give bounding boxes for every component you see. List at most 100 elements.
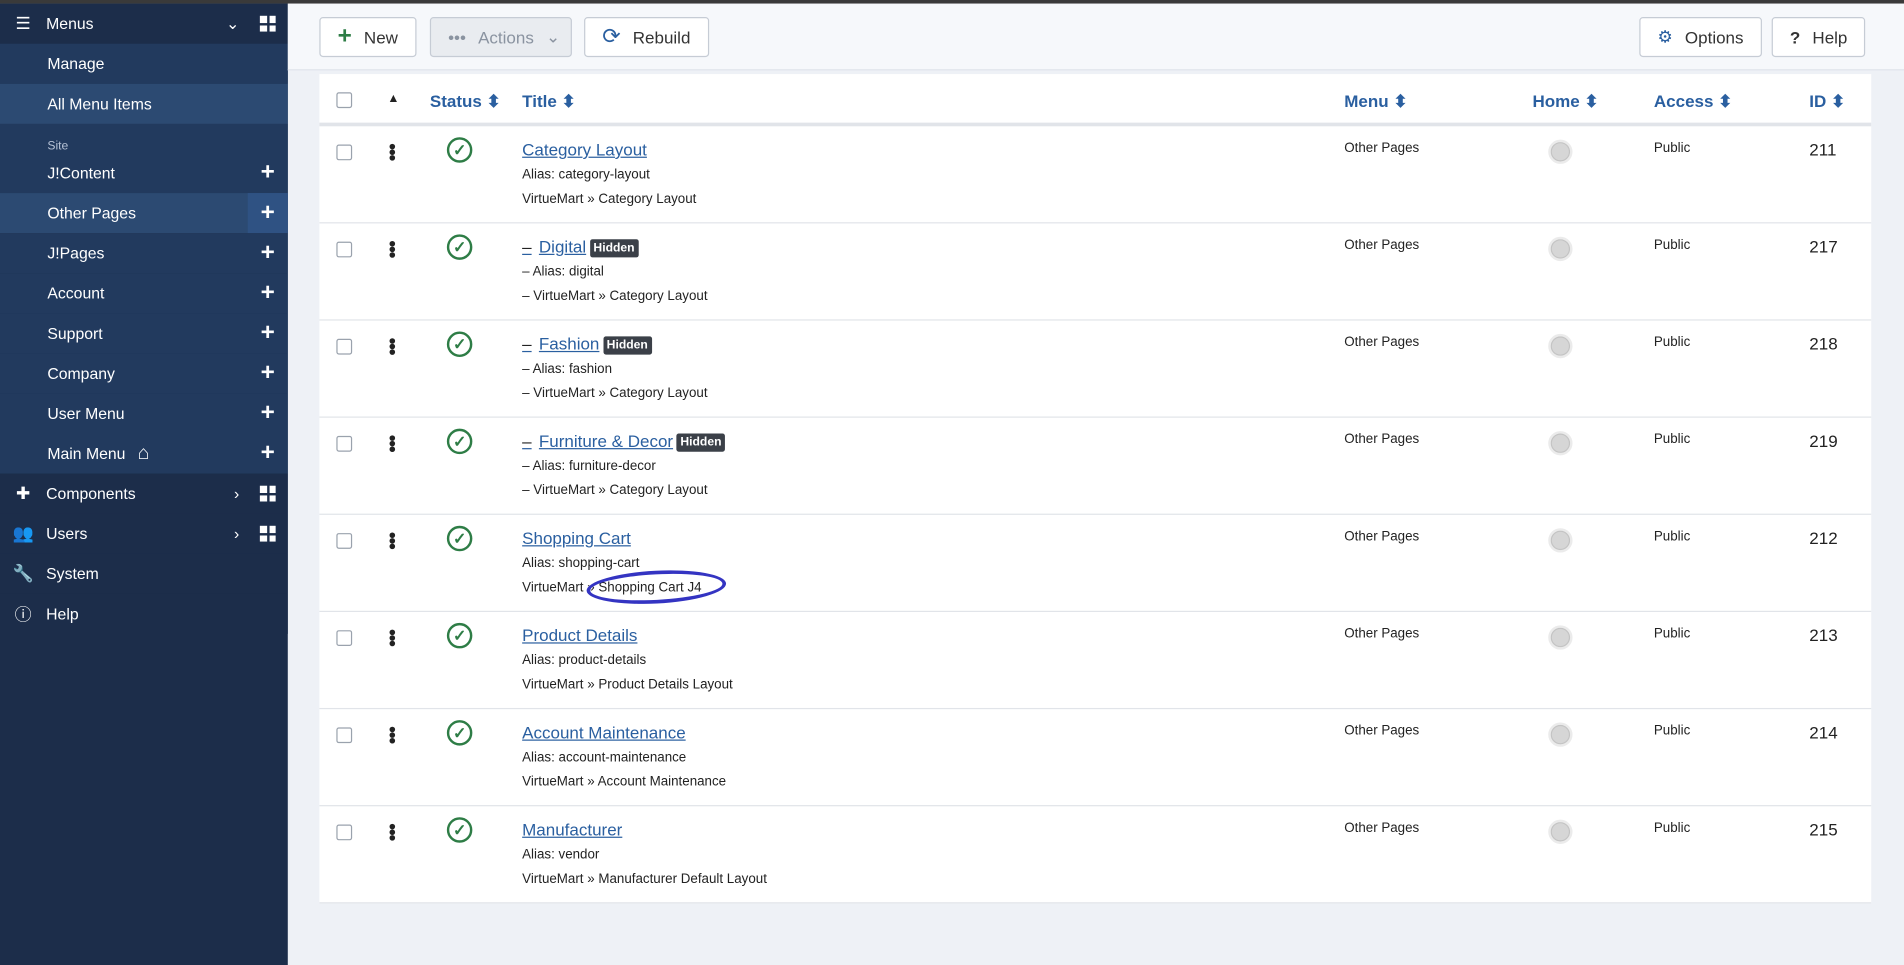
row-checkbox[interactable]	[336, 435, 353, 452]
item-access: Public	[1653, 335, 1691, 350]
home-toggle-icon[interactable]	[1548, 819, 1573, 844]
item-title-link[interactable]: Category Layout	[522, 140, 647, 159]
item-alias: Alias: account-maintenance	[522, 750, 687, 766]
sidebar-users[interactable]: 👥 Users ›	[0, 513, 288, 554]
published-check-icon[interactable]: ✓	[446, 137, 473, 163]
sidebar-help[interactable]: ⓘ Help	[0, 593, 288, 634]
item-access: Public	[1653, 723, 1691, 739]
sidebar-menu-6[interactable]: User Menu +	[0, 393, 288, 434]
drag-handle-icon[interactable]: •••	[381, 338, 402, 355]
actions-dropdown[interactable]: ••• Actions ⌄	[429, 17, 572, 58]
row-checkbox[interactable]	[336, 533, 353, 549]
sidebar-menu-7[interactable]: Main Menu ⌂ +	[0, 433, 288, 474]
add-menu-item-button[interactable]: +	[248, 233, 288, 273]
options-button[interactable]: ⚙ Options	[1639, 17, 1762, 58]
sort-access[interactable]: Access ⬍	[1654, 91, 1733, 112]
drag-handle-icon[interactable]: •••	[381, 532, 402, 549]
home-toggle-icon[interactable]	[1548, 236, 1573, 262]
new-button[interactable]: + New	[319, 17, 417, 58]
sidebar-menu-3[interactable]: Account +	[0, 273, 288, 314]
item-access: Public	[1653, 820, 1691, 836]
row-checkbox[interactable]	[336, 824, 353, 841]
item-title-link[interactable]: – Fashion Hidden	[522, 334, 652, 355]
add-menu-item-button[interactable]: +	[247, 193, 288, 234]
item-title-link[interactable]: Product Details	[522, 625, 637, 644]
refresh-icon: ⟳	[602, 24, 621, 49]
sort-id[interactable]: ID ⬍	[1809, 91, 1845, 112]
item-title-link[interactable]: Manufacturer	[522, 820, 622, 839]
add-menu-item-button[interactable]: +	[248, 434, 288, 474]
dashboard-icon[interactable]	[259, 525, 276, 542]
home-toggle-icon[interactable]	[1548, 139, 1573, 164]
sidebar-menu-0[interactable]: J!Content +	[0, 153, 288, 194]
row-checkbox[interactable]	[336, 241, 353, 258]
sidebar-item-all-menu-items[interactable]: All Menu Items	[0, 83, 288, 124]
sort-title[interactable]: Title ⬍	[522, 91, 576, 112]
row-checkbox[interactable]	[336, 144, 353, 161]
dashboard-icon[interactable]	[259, 15, 276, 32]
sort-menu[interactable]: Menu ⬍	[1344, 91, 1407, 112]
sidebar-menu-2[interactable]: J!Pages +	[0, 233, 288, 274]
add-menu-item-button[interactable]: +	[248, 273, 288, 313]
published-check-icon[interactable]: ✓	[446, 720, 473, 746]
item-alias: – Alias: digital	[522, 264, 604, 280]
item-title-link[interactable]: Shopping Cart	[522, 528, 631, 547]
sidebar-menu-5[interactable]: Company +	[0, 353, 288, 394]
sidebar-system[interactable]: 🔧 System	[0, 553, 288, 594]
dashboard-icon[interactable]	[259, 485, 276, 502]
row-checkbox[interactable]	[336, 630, 353, 647]
add-menu-item-button[interactable]: +	[248, 153, 288, 193]
home-toggle-icon[interactable]	[1548, 333, 1573, 359]
home-toggle-icon[interactable]	[1548, 722, 1573, 747]
home-toggle-icon[interactable]	[1548, 431, 1573, 456]
home-toggle-icon[interactable]	[1548, 528, 1573, 553]
sort-home[interactable]: Home ⬍	[1532, 91, 1598, 112]
add-menu-item-button[interactable]: +	[248, 353, 288, 393]
item-title-link[interactable]: – Furniture & Decor Hidden	[522, 431, 726, 452]
row-checkbox[interactable]	[336, 338, 353, 355]
ordering-sort-icon[interactable]: ▲	[387, 92, 399, 105]
published-check-icon[interactable]: ✓	[446, 525, 473, 552]
published-check-icon[interactable]: ✓	[446, 622, 473, 649]
item-access: Public	[1653, 626, 1691, 642]
rebuild-button[interactable]: ⟳ Rebuild	[584, 17, 709, 58]
drag-handle-icon[interactable]: •••	[381, 629, 402, 646]
published-check-icon[interactable]: ✓	[446, 331, 473, 358]
item-menu: Other Pages	[1344, 140, 1420, 156]
item-title-link[interactable]: – Digital Hidden	[522, 237, 639, 258]
sidebar-label: Users	[46, 524, 88, 543]
add-menu-item-button[interactable]: +	[248, 393, 288, 433]
gear-icon: ⚙	[1657, 26, 1673, 47]
item-title-link[interactable]: Account Maintenance	[522, 723, 685, 742]
item-type: VirtueMart » Account Maintenance	[522, 774, 727, 790]
row-checkbox[interactable]	[336, 727, 353, 744]
drag-handle-icon[interactable]: •••	[381, 823, 402, 840]
sidebar-label: Help	[46, 604, 79, 623]
drag-handle-icon[interactable]: •••	[381, 726, 402, 743]
sort-status[interactable]: Status ⬍	[430, 91, 501, 112]
drag-handle-icon[interactable]: •••	[381, 143, 402, 160]
item-type: VirtueMart » Product Details Layout	[522, 677, 733, 693]
sidebar-menus[interactable]: ☰ Menus ⌄	[0, 3, 288, 44]
button-label: Actions	[478, 27, 534, 47]
sidebar-label: Support	[47, 324, 103, 343]
published-check-icon[interactable]: ✓	[446, 817, 473, 843]
drag-handle-icon[interactable]: •••	[381, 435, 402, 452]
add-menu-item-button[interactable]: +	[248, 313, 288, 353]
chevron-right-icon: ›	[233, 484, 240, 503]
button-label: Options	[1684, 27, 1744, 47]
drag-handle-icon[interactable]: •••	[381, 240, 402, 257]
ellipsis-icon: •••	[448, 27, 466, 47]
help-button[interactable]: ? Help	[1771, 17, 1866, 58]
sidebar-section-site: Site	[0, 123, 288, 154]
sidebar-item-manage[interactable]: Manage	[0, 43, 288, 84]
sidebar-menu-4[interactable]: Support +	[0, 313, 288, 354]
sidebar-components[interactable]: ✚ Components ›	[0, 473, 288, 514]
sidebar-label: Components	[46, 484, 136, 503]
sidebar-menu-1[interactable]: Other Pages +	[0, 193, 288, 234]
published-check-icon[interactable]: ✓	[446, 234, 473, 260]
published-check-icon[interactable]: ✓	[446, 428, 473, 455]
select-all-checkbox[interactable]	[336, 92, 353, 109]
sidebar-label: Main Menu	[47, 444, 126, 463]
home-toggle-icon[interactable]	[1548, 625, 1573, 650]
